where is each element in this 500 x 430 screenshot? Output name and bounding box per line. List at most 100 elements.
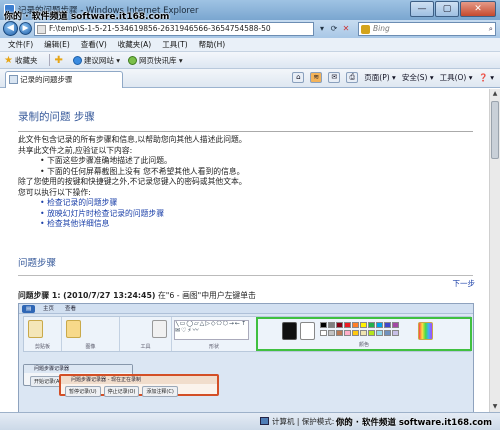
tab-bar: 记录的问题步骤 ⌂ ≋ ✉ ⎙ 页面(P) ▾ 安全(S) ▾ 工具(O) ▾ … xyxy=(0,69,500,88)
color-swatch xyxy=(376,322,383,328)
safety-menu[interactable]: 安全(S) ▾ xyxy=(402,72,434,83)
clipboard-group: 剪贴板 xyxy=(24,317,62,351)
intro-block: 此文件包含记录的所有步骤和信息,以帮助您向其他人描述此问题。 共享此文件之前,应… xyxy=(18,135,478,230)
paint-ribbon: 剪贴板 图像 工具 ╲▭◯▱△▷◇⬠⬡→←↑↓✦✶☆✉♡⚡〰 形状 xyxy=(23,316,472,352)
home-icon[interactable]: ⌂ xyxy=(292,72,305,83)
star-icon: ★ xyxy=(4,54,13,66)
minimize-button[interactable]: — xyxy=(410,1,434,17)
feeds-icon[interactable]: ≋ xyxy=(310,72,323,83)
menu-file[interactable]: 文件(F) xyxy=(8,38,33,51)
menu-edit[interactable]: 编辑(E) xyxy=(44,38,70,51)
divider xyxy=(18,275,473,276)
step-description: 在"6 - 画图"中用户左键单击 xyxy=(157,291,256,300)
tab-recorded-steps[interactable]: 记录的问题步骤 xyxy=(5,71,123,88)
step-screenshot[interactable]: ▤ 主页 查看 剪贴板 图像 工具 ╲▭◯▱△▷◇⬠⬡→←↑↓✦✶☆✉♡⚡〰 形… xyxy=(18,303,474,412)
psr-window-title: 问题步骤记录器 xyxy=(24,365,132,373)
tools-group: 工具 xyxy=(120,317,172,351)
menu-favorites[interactable]: 收藏夹(A) xyxy=(118,38,151,51)
favorites-button[interactable]: ★ 收藏夹 xyxy=(4,55,37,66)
color-swatch xyxy=(320,322,327,328)
menu-view[interactable]: 查看(V) xyxy=(81,38,107,51)
check-item: • 下面的任何屏幕截图上没有 您不希望其他人看到的信息。 xyxy=(40,166,245,176)
group-label: 剪贴板 xyxy=(34,344,50,350)
mail-icon[interactable]: ✉ xyxy=(328,72,341,83)
color-swatch xyxy=(336,322,343,328)
psr-recording-window: 问题步骤记录器 - 现在正在录制 暂停记录(U) 停止记录(O) 添加注释(C) xyxy=(59,374,219,397)
suggested-sites-label: 建议网站 ▾ xyxy=(83,55,121,65)
paint-tab-home: 主页 xyxy=(43,306,55,312)
tools-menu[interactable]: 工具(O) ▾ xyxy=(440,72,473,83)
close-button[interactable]: ✕ xyxy=(460,1,496,17)
paint-file-tab: ▤ xyxy=(22,305,36,313)
color-swatch xyxy=(320,330,327,336)
brushes-icon xyxy=(152,320,167,338)
report-title: 录制的问题 步骤 xyxy=(18,111,95,123)
color-swatch xyxy=(352,330,359,336)
slideshow-link[interactable]: • 放映幻灯片时检查记录的问题步骤 xyxy=(18,209,478,220)
forward-button[interactable]: ▶ xyxy=(19,22,32,35)
page-icon xyxy=(37,25,46,34)
status-bar: 计算机 | 保护模式: 禁用 你的 · 软件频道 software.it168.… xyxy=(0,412,500,430)
color-swatch xyxy=(392,322,399,328)
watermark: 你的 · 软件频道 software.it168.com xyxy=(4,12,170,22)
add-favorite-button[interactable]: ✚ xyxy=(54,55,64,66)
menu-tools[interactable]: 工具(T) xyxy=(162,38,187,51)
address-field[interactable]: F:\temp\S-1-5-21-534619856-2631946566-36… xyxy=(34,22,314,36)
additional-details-link[interactable]: • 检查其他详细信息 xyxy=(18,219,478,230)
window-controls: — ▢ ✕ xyxy=(409,1,496,17)
print-icon[interactable]: ⎙ xyxy=(346,72,359,83)
color-swatch xyxy=(384,322,391,328)
scroll-up-icon[interactable]: ▲ xyxy=(490,89,500,99)
help-menu[interactable]: ❓ ▾ xyxy=(479,73,495,82)
color-swatch xyxy=(368,330,375,336)
stop-icon[interactable]: ✕ xyxy=(340,22,352,36)
back-button[interactable]: ◀ xyxy=(3,21,18,36)
next-link[interactable]: 下一步 xyxy=(453,278,476,289)
group-label: 工具 xyxy=(140,344,151,350)
menu-help[interactable]: 帮助(H) xyxy=(199,38,226,51)
scroll-down-icon[interactable]: ▼ xyxy=(490,402,500,412)
add-comment-button: 添加注释(C) xyxy=(142,386,178,397)
color-swatch xyxy=(376,330,383,336)
vertical-scrollbar[interactable]: ▲ ▼ xyxy=(489,89,500,412)
maximize-button[interactable]: ▢ xyxy=(435,1,459,17)
intro-line: 此文件包含记录的所有步骤和信息,以帮助您向其他人描述此问题。 xyxy=(18,135,247,144)
computer-icon xyxy=(260,417,269,425)
suggested-sites-button[interactable]: 建议网站 ▾ xyxy=(72,55,121,66)
stop-record-button: 停止记录(O) xyxy=(103,386,140,397)
scroll-thumb[interactable] xyxy=(491,101,499,159)
group-label: 颜色 xyxy=(358,342,369,348)
select-icon xyxy=(66,320,81,338)
search-input[interactable]: Bing ⌕ xyxy=(358,22,496,36)
color2-swatch xyxy=(300,322,315,340)
review-steps-link[interactable]: • 检查记录的问题步骤 xyxy=(18,198,478,209)
psr-recording-buttons: 暂停记录(U) 停止记录(O) 添加注释(C) xyxy=(65,386,181,397)
highlighted-click-region: 颜色 xyxy=(256,317,472,351)
actions-intro: 您可以执行以下操作: xyxy=(18,187,91,197)
intro-line: 共享此文件之前,应验证以下内容: xyxy=(18,145,133,155)
search-icon[interactable]: ⌕ xyxy=(489,23,493,35)
web-slice-gallery-button[interactable]: 网页快讯库 ▾ xyxy=(128,55,183,66)
page-icon xyxy=(9,75,18,84)
paint-ribbon-tabs: ▤ 主页 查看 xyxy=(19,304,473,314)
step-label: 问题步骤 1: (2010/7/27 13:24:45) xyxy=(18,291,156,300)
divider xyxy=(49,54,51,66)
color-swatch xyxy=(344,322,351,328)
color-swatch xyxy=(344,330,351,336)
group-label: 形状 xyxy=(208,344,219,350)
address-url: F:\temp\S-1-5-21-534619856-2631946566-36… xyxy=(49,24,271,33)
color-swatch xyxy=(392,330,399,336)
check-item: • 下面这些步骤准确地描述了此问题。 xyxy=(40,156,172,165)
page-menu[interactable]: 页面(P) ▾ xyxy=(364,72,396,83)
address-dropdown-icon[interactable]: ▾ xyxy=(316,22,328,36)
color-swatch xyxy=(360,330,367,336)
color-swatch xyxy=(328,330,335,336)
image-group: 图像 xyxy=(62,317,120,351)
address-controls: ▾ ⟳ ✕ xyxy=(316,22,352,36)
paste-icon xyxy=(28,320,43,338)
psr-recording-title: 问题步骤记录器 - 现在正在录制 xyxy=(61,376,217,384)
refresh-icon[interactable]: ⟳ xyxy=(328,22,340,36)
color-swatch xyxy=(352,322,359,328)
web-slice-gallery-label: 网页快讯库 ▾ xyxy=(139,55,183,65)
address-toolbar: ◀ ▶ F:\temp\S-1-5-21-534619856-263194656… xyxy=(0,20,500,38)
